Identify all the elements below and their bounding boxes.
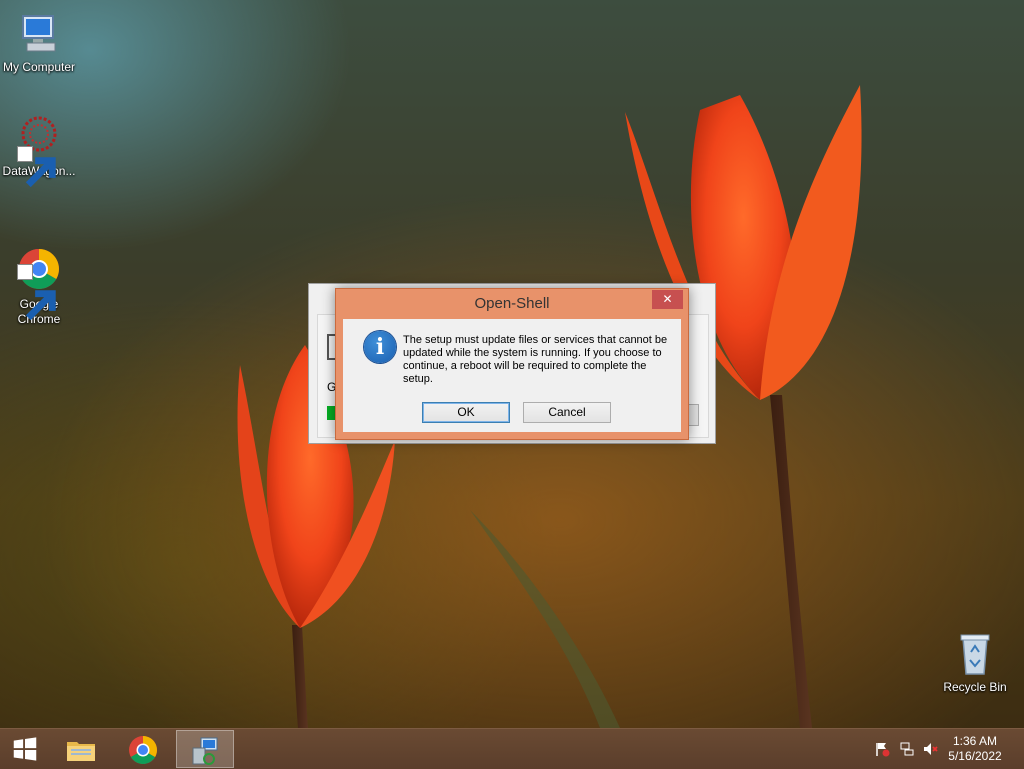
- windows-logo-icon: [13, 737, 37, 761]
- flag-icon[interactable]: [874, 741, 890, 757]
- chrome-icon: [129, 736, 157, 764]
- shortcut-arrow-icon: [17, 264, 56, 321]
- taskbar-clock[interactable]: 1:36 AM 5/16/2022: [940, 734, 1010, 764]
- desktop-icon-my-computer[interactable]: My Computer: [0, 10, 79, 75]
- taskbar-google-chrome[interactable]: [115, 730, 171, 768]
- recycle-bin-icon: [951, 630, 999, 678]
- taskbar-file-explorer[interactable]: [53, 730, 109, 768]
- desktop-icon-google-chrome[interactable]: Google Chrome: [0, 217, 79, 342]
- clock-time: 1:36 AM: [952, 734, 998, 748]
- info-icon: i: [364, 331, 396, 363]
- desktop-icon-recycle-bin[interactable]: Recycle Bin: [935, 630, 1015, 695]
- cancel-button[interactable]: Cancel: [523, 402, 611, 423]
- installer-button[interactable]: [688, 404, 699, 426]
- taskbar-setup-installer[interactable]: [176, 730, 234, 768]
- volume-muted-icon[interactable]: [922, 741, 938, 757]
- desktop-icon-datawagon[interactable]: DataWagon...: [0, 114, 79, 188]
- installer-icon: [192, 737, 218, 765]
- desktop-icon-label: My Computer: [2, 60, 76, 74]
- dialog-body: i The setup must update files or service…: [343, 319, 681, 432]
- dialog-message: The setup must update files or services …: [403, 334, 668, 385]
- chrome-icon: [15, 232, 63, 321]
- desktop-icon-label: Recycle Bin: [943, 680, 1007, 694]
- open-shell-dialog: Open-Shell ✕ i The setup must update fil…: [335, 288, 689, 440]
- close-button[interactable]: ✕: [652, 290, 683, 309]
- folder-icon: [67, 742, 95, 761]
- clock-date: 5/16/2022: [948, 749, 1002, 763]
- shortcut-arrow-icon: [17, 146, 56, 188]
- start-button[interactable]: [0, 730, 50, 768]
- computer-icon: [15, 10, 63, 58]
- network-icon[interactable]: [899, 741, 915, 757]
- dialog-title: Open-Shell: [474, 295, 550, 312]
- taskbar: 1:36 AM 5/16/2022: [0, 728, 1024, 769]
- ok-button[interactable]: OK: [422, 402, 510, 423]
- datawagon-icon: [15, 114, 63, 188]
